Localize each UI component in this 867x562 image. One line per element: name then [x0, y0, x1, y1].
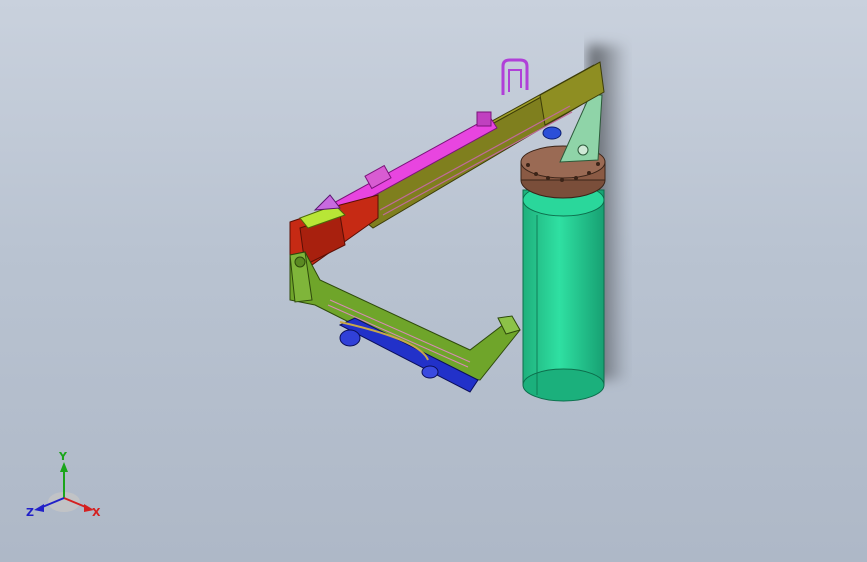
z-axis-label: Z — [26, 506, 34, 519]
z-arrow-icon — [34, 504, 44, 512]
crane-arm-model[interactable] — [0, 0, 867, 562]
valve-blue[interactable] — [542, 126, 562, 140]
hand-rail[interactable] — [501, 58, 529, 95]
column[interactable] — [522, 183, 605, 402]
x-axis-label: X — [92, 506, 101, 519]
lower-boom[interactable] — [289, 251, 521, 381]
axis-triad: Y X Z — [26, 450, 101, 519]
y-axis-label: Y — [58, 450, 68, 463]
y-arrow-icon — [60, 462, 68, 472]
graphics-viewport[interactable]: Y X Z — [0, 0, 867, 562]
